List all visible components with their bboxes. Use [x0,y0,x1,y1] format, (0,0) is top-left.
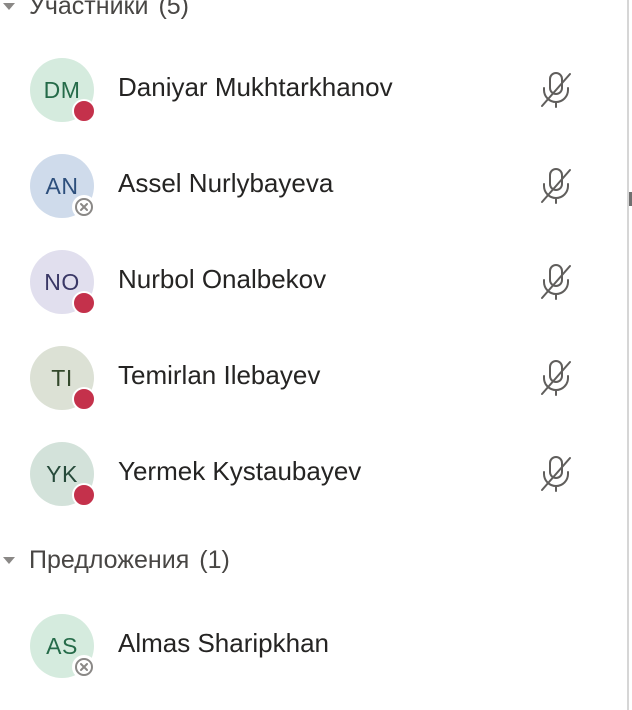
mic-off-icon[interactable] [538,358,574,398]
participant-row[interactable]: YK Yermek Kystaubayev [0,442,600,538]
section-title: Участники [29,0,149,20]
status-busy-dot [72,291,96,315]
participant-name: Temirlan Ilebayev [118,360,321,390]
mic-off-icon[interactable] [538,454,574,494]
participant-row[interactable]: DM Daniyar Mukhtarkhanov [0,58,600,154]
mic-off-icon[interactable] [538,70,574,110]
mic-off-icon[interactable] [538,166,574,206]
status-busy-dot [72,387,96,411]
participant-row[interactable]: NO Nurbol Onalbekov [0,250,600,346]
status-busy-dot [72,483,96,507]
section-title: Предложения [29,545,190,574]
avatar-initials: TI [51,364,73,391]
status-offline-icon [72,195,96,219]
participant-name: Nurbol Onalbekov [118,264,327,294]
participant-name: Almas Sharipkhan [118,628,329,658]
caret-down-icon[interactable] [3,2,15,10]
section-count: (5) [158,0,189,20]
participant-row[interactable]: AN Assel Nurlybayeva [0,154,600,250]
status-busy-dot [72,99,96,123]
section-header-participants[interactable]: Участники (5) [0,0,400,26]
participants-panel: Участники (5) DM Daniyar Mukhtarkhanov A… [0,0,627,710]
participant-name: Assel Nurlybayeva [118,168,334,198]
avatar-initials: YK [46,460,78,487]
avatar-initials: AN [45,172,79,199]
status-offline-icon [72,655,96,679]
participant-row[interactable]: TI Temirlan Ilebayev [0,346,600,442]
avatar-initials: DM [43,76,81,103]
section-header-suggestions[interactable]: Предложения (1) [0,540,400,580]
avatar-initials: NO [44,268,80,295]
avatar-initials: AS [46,632,78,659]
section-count: (1) [199,545,230,574]
panel-divider [627,0,629,710]
participant-name: Yermek Kystaubayev [118,456,362,486]
suggestion-row[interactable]: AS Almas Sharipkhan [0,614,600,710]
mic-off-icon[interactable] [538,262,574,302]
caret-down-icon[interactable] [3,556,15,564]
participant-name: Daniyar Mukhtarkhanov [118,72,393,102]
